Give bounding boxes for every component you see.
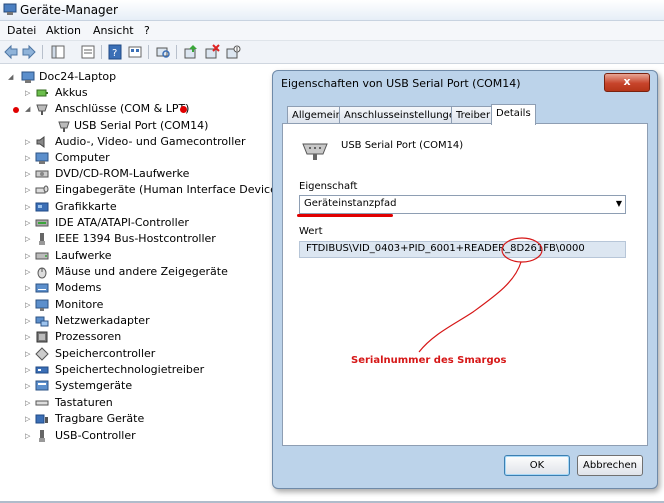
storage-tech-icon (35, 366, 49, 374)
menu-bar: Datei Aktion Ansicht ? (0, 21, 664, 41)
view-icon[interactable] (127, 44, 143, 60)
device-tree: ◢ Doc24-Laptop ▷ Akkus ◢ Anschlüsse (COM &… (0, 64, 287, 503)
computer-icon (35, 152, 49, 164)
window-title: Geräte-Manager (20, 3, 118, 17)
input-device-icon (35, 185, 49, 194)
battery-icon (36, 89, 48, 97)
help-icon[interactable]: ? (107, 44, 123, 60)
tab-allgemein[interactable]: Allgemein (287, 106, 347, 124)
toolbar: ? (0, 41, 664, 64)
properties-icon[interactable] (80, 44, 96, 60)
modem-icon (35, 283, 49, 293)
portable-device-icon (35, 414, 48, 424)
speaker-icon (36, 136, 45, 148)
menu-datei[interactable]: Datei (7, 24, 36, 37)
annotation-underline (297, 214, 393, 217)
disable-device-icon[interactable] (225, 44, 241, 60)
monitor-icon (35, 299, 49, 311)
menu-aktion[interactable]: Aktion (46, 24, 81, 37)
svg-text:?: ? (112, 48, 117, 59)
annotation-overlay (418, 237, 543, 353)
uninstall-icon[interactable] (204, 44, 220, 60)
display-adapter-icon (35, 202, 49, 212)
close-button[interactable]: x (604, 73, 650, 92)
menu-ansicht[interactable]: Ansicht (93, 24, 134, 37)
dialog-title: Eigenschaften von USB Serial Port (COM14… (281, 77, 521, 90)
value-list[interactable]: FTDIBUS\VID_0403+PID_6001+READER_8D261FB… (299, 241, 626, 258)
system-device-icon (35, 380, 49, 391)
port-icon (36, 104, 48, 115)
dvd-drive-icon (35, 170, 49, 178)
scan-hardware-icon[interactable] (155, 44, 171, 60)
cancel-button[interactable]: Abbrechen (577, 455, 643, 476)
annotation-text: Serialnummer des Smargos (351, 355, 507, 366)
processor-icon (36, 331, 48, 343)
device-manager-icon (3, 3, 17, 15)
title-bar: Geräte-Manager (0, 0, 664, 21)
console-tree-icon[interactable] (50, 44, 66, 60)
tab-details[interactable]: Details (491, 104, 536, 125)
keyboard-icon (35, 400, 49, 406)
property-label: Eigenschaft (299, 181, 358, 192)
ide-controller-icon (35, 219, 49, 227)
storage-controller-icon (35, 347, 49, 361)
menu-help[interactable]: ? (144, 24, 150, 37)
ok-button[interactable]: OK (504, 455, 570, 476)
forward-arrow-icon[interactable] (21, 44, 37, 60)
properties-dialog: Eigenschaften von USB Serial Port (COM14… (272, 70, 658, 489)
annotation-dot (180, 106, 187, 113)
mouse-icon (37, 267, 47, 279)
details-panel: USB Serial Port (COM14) Eigenschaft Gerä… (282, 123, 648, 446)
value-label: Wert (299, 226, 323, 237)
network-adapter-icon (35, 316, 49, 327)
tab-anschlusseinstellungen[interactable]: Anschlusseinstellungen (339, 106, 467, 124)
update-driver-icon[interactable] (183, 44, 199, 60)
tab-treiber[interactable]: Treiber (451, 106, 496, 124)
annotation-dot (13, 107, 19, 113)
computer-icon (21, 71, 35, 83)
property-dropdown[interactable]: Geräteinstanzpfad ▼ (299, 195, 626, 214)
usb-icon (39, 430, 45, 442)
back-arrow-icon[interactable] (3, 44, 19, 60)
serial-port-icon (302, 143, 328, 160)
firewire-icon (39, 233, 45, 245)
chevron-down-icon: ▼ (615, 199, 622, 208)
device-name: USB Serial Port (COM14) (341, 140, 464, 151)
serial-port-icon (58, 121, 70, 132)
disk-drive-icon (35, 252, 49, 260)
